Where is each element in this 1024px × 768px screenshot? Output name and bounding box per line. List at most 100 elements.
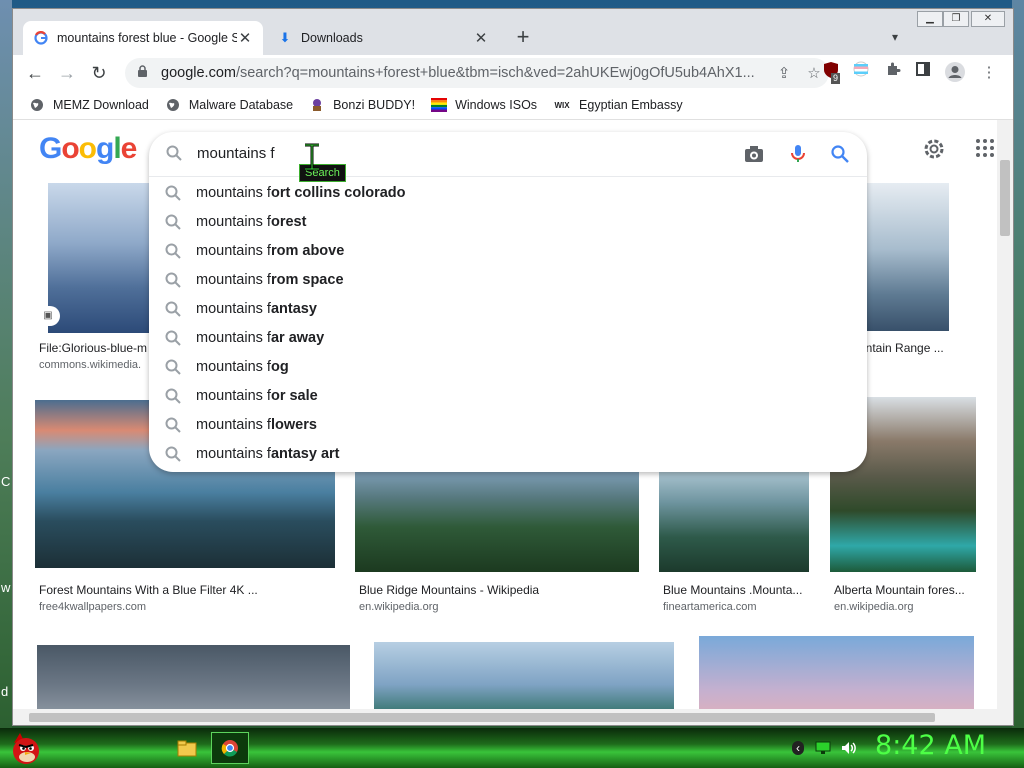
volume-icon[interactable] [834, 732, 864, 764]
bonzi-icon [309, 97, 325, 113]
result-source: en.wikipedia.org [834, 601, 914, 613]
address-bar[interactable]: google.com/search?q=mountains+forest+blu… [125, 58, 829, 88]
close-window-button[interactable]: ✕ [971, 11, 1005, 27]
tab-close-icon[interactable]: ✕ [237, 29, 253, 47]
lock-icon [137, 65, 151, 81]
url-text: google.com/search?q=mountains+forest+blu… [161, 65, 755, 81]
bookmark-bonzi-buddy[interactable]: Bonzi BUDDY! [309, 97, 415, 113]
angry-bird-icon [13, 733, 39, 764]
result-caption[interactable]: Forest Mountains With a Blue Filter 4K .… [39, 583, 329, 597]
chrome-menu-icon[interactable]: ⋮ [977, 61, 1001, 85]
suggestion-item[interactable]: mountains f lowers [149, 410, 867, 439]
google-favicon-icon [33, 30, 49, 46]
extension-flag-icon[interactable] [849, 61, 873, 85]
search-icon [165, 243, 181, 259]
chrome-window: mountains forest blue - Google S ✕ ⬇ Dow… [12, 8, 1014, 726]
result-image-1[interactable] [48, 183, 158, 333]
profile-avatar-icon[interactable] [943, 61, 967, 85]
chrome-taskbar-icon[interactable] [211, 732, 249, 764]
bookmark-malware-database[interactable]: Malware Database [165, 97, 293, 113]
desktop-icon-label-fragment: d [1, 684, 9, 699]
extensions-puzzle-icon[interactable] [881, 61, 905, 85]
image-badge-icon: ▣ [36, 306, 60, 326]
tab-close-icon[interactable]: ✕ [473, 29, 489, 47]
suggestion-item[interactable]: mountains f or sale [149, 381, 867, 410]
suggestion-item[interactable]: mountains f ort collins colorado [149, 178, 867, 207]
suggestion-item[interactable]: mountains f orest [149, 207, 867, 236]
search-input[interactable]: mountains f [197, 145, 275, 162]
search-suggestions-box: mountains f mountains f ort collins color… [149, 132, 867, 472]
navigation-toolbar: ← → ↻ google.com/search?q=mountains+fore… [13, 55, 1013, 91]
desktop-icon-label-fragment: w [1, 580, 11, 595]
result-source: fineartamerica.com [663, 601, 757, 613]
wix-icon: WIX [554, 100, 570, 110]
bookmark-windows-isos[interactable]: Windows ISOs [431, 97, 537, 113]
forward-button[interactable]: → [53, 59, 81, 87]
text-cursor-icon [305, 143, 319, 171]
tab-title: Downloads [301, 31, 363, 45]
suggestion-item[interactable]: mountains f antasy [149, 294, 867, 323]
search-icon [165, 359, 181, 375]
google-logo[interactable]: Google [39, 132, 137, 166]
taskbar-clock[interactable]: 8:42 AM [875, 730, 986, 761]
search-icon [165, 388, 181, 404]
globe-icon [165, 97, 181, 113]
tab-strip: mountains forest blue - Google S ✕ ⬇ Dow… [13, 9, 1013, 55]
tab-search-chevron-icon[interactable]: ▾ [885, 27, 905, 47]
tab-downloads[interactable]: ⬇ Downloads ✕ [267, 21, 499, 55]
reload-button[interactable]: ↻ [85, 59, 113, 87]
suggestion-item[interactable]: mountains f rom space [149, 265, 867, 294]
settings-gear-icon[interactable] [921, 136, 947, 162]
rainbow-flag-icon [431, 97, 448, 113]
suggestion-item[interactable]: mountains f og [149, 352, 867, 381]
search-icon [165, 446, 181, 462]
download-icon: ⬇ [279, 30, 291, 45]
share-icon[interactable]: ⇪ [769, 64, 799, 82]
microphone-icon[interactable] [787, 142, 809, 164]
back-button[interactable]: ← [21, 59, 49, 87]
bookmark-memz-download[interactable]: MEMZ Download [29, 97, 149, 113]
result-caption[interactable]: File:Glorious-blue-m [39, 341, 151, 355]
result-caption[interactable]: Alberta Mountain fores... [834, 583, 974, 597]
tab-google-search[interactable]: mountains forest blue - Google S ✕ [23, 21, 263, 55]
file-explorer-taskbar-icon[interactable] [168, 732, 206, 764]
side-panel-icon[interactable] [911, 61, 935, 85]
search-icon [165, 301, 181, 317]
bookmarks-bar: MEMZ Download Malware Database Bonzi BUD… [13, 91, 1013, 120]
search-submit-icon[interactable] [829, 143, 851, 165]
search-icon [165, 272, 181, 288]
result-image-2[interactable] [863, 183, 949, 331]
suggestion-item[interactable]: mountains f antasy art [149, 439, 867, 468]
result-source: en.wikipedia.org [359, 601, 439, 613]
horizontal-scrollbar-thumb[interactable] [29, 713, 935, 722]
minimize-button[interactable]: ▁ [917, 11, 943, 27]
search-input-row: mountains f [149, 132, 867, 177]
bookmark-egyptian-embassy[interactable]: WIX Egyptian Embassy [553, 97, 682, 113]
ublock-extension-icon[interactable]: 9 [819, 61, 843, 85]
start-button[interactable] [6, 732, 44, 764]
search-icon [165, 417, 181, 433]
desktop-icon-label-fragment: C [1, 474, 11, 489]
new-tab-button[interactable]: + [511, 25, 535, 49]
camera-lens-icon[interactable] [743, 144, 765, 164]
suggestion-item[interactable]: mountains f rom above [149, 236, 867, 265]
vertical-scrollbar-thumb[interactable] [1000, 160, 1010, 236]
result-image-blue-mountains[interactable] [659, 472, 809, 572]
vertical-scrollbar[interactable] [997, 120, 1013, 715]
desktop-edge-left [0, 0, 12, 730]
google-apps-grid-icon[interactable] [975, 138, 995, 158]
result-caption[interactable]: Blue Ridge Mountains - Wikipedia [359, 583, 639, 597]
result-caption[interactable]: untain Range ... [859, 341, 969, 355]
search-icon [165, 330, 181, 346]
result-source: commons.wikimedia. [39, 359, 142, 371]
maximize-button[interactable]: ❐ [943, 11, 969, 27]
result-image-blue-ridge[interactable] [355, 472, 639, 572]
result-caption[interactable]: Blue Mountains .Mounta... [663, 583, 809, 597]
suggestion-item[interactable]: mountains f ar away [149, 323, 867, 352]
search-icon [165, 185, 181, 201]
result-source: free4kwallpapers.com [39, 601, 146, 613]
extension-badge: 9 [831, 73, 841, 84]
horizontal-scrollbar[interactable] [13, 709, 1013, 725]
tab-title: mountains forest blue - Google S [57, 31, 237, 45]
search-icon [165, 214, 181, 230]
